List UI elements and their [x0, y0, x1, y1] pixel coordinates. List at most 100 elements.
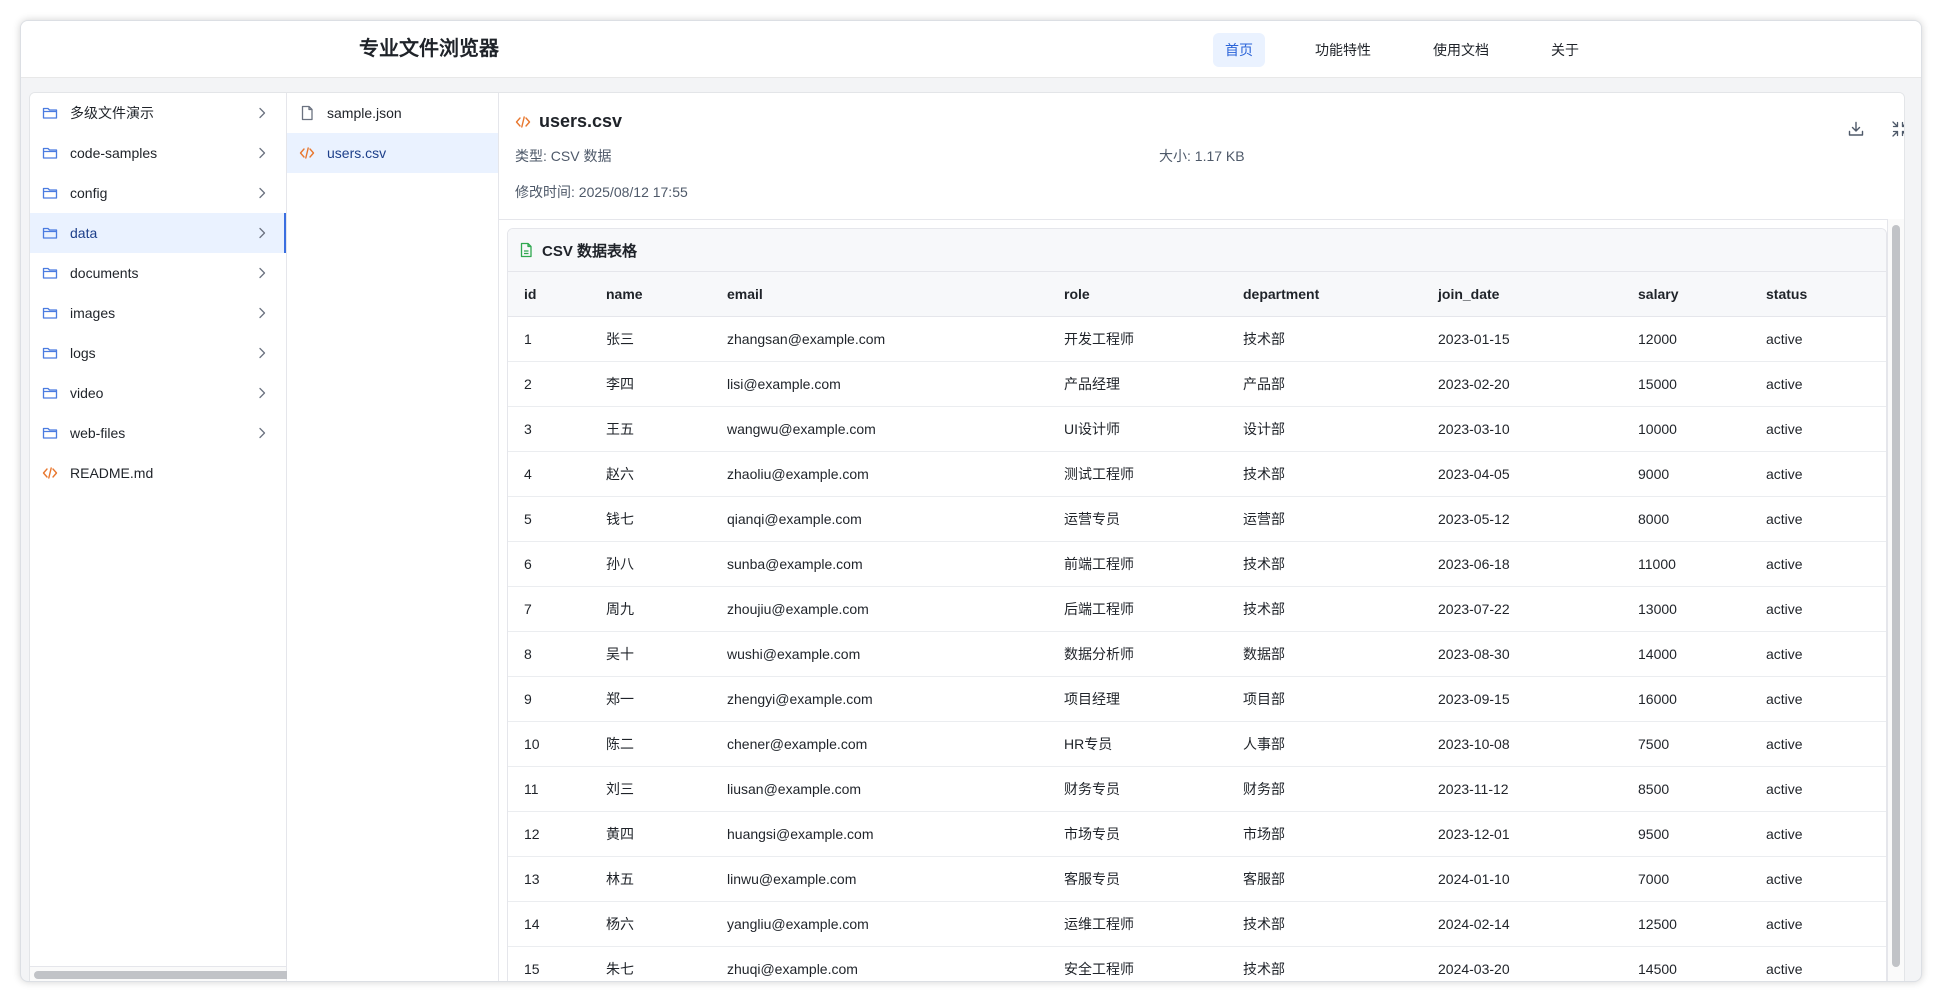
table-cell-email: zhoujiu@example.com	[711, 586, 1048, 632]
table-cell-role: HR专员	[1048, 721, 1227, 767]
chevron-right-icon[interactable]	[254, 225, 270, 241]
table-cell-email: huangsi@example.com	[711, 811, 1048, 857]
table-row: 7 周九 zhoujiu@example.com 后端工程师 技术部 2023-07-22…	[508, 586, 1886, 632]
table-cell-join-date: 2023-12-01	[1422, 811, 1622, 857]
vertical-scrollbar-thumb[interactable]	[1892, 225, 1900, 967]
table-cell-email: wushi@example.com	[711, 631, 1048, 677]
table-cell-status: active	[1750, 766, 1886, 812]
top-nav: 首页 功能特性 使用文档 关于	[1213, 33, 1629, 67]
table-cell-department: 客服部	[1227, 856, 1422, 902]
tree-item-images[interactable]: images	[30, 293, 286, 333]
file-modified-meta: 修改时间: 2025/08/12 17:55	[515, 182, 688, 202]
tree-item-readme-md[interactable]: README.md	[30, 453, 286, 493]
chevron-right-icon[interactable]	[254, 105, 270, 121]
chevron-right-icon[interactable]	[254, 345, 270, 361]
table-body: 1 张三 zhangsan@example.com 开发工程师 技术部 2023-01-1…	[508, 316, 1886, 981]
table-cell-email: chener@example.com	[711, 721, 1048, 767]
nav-item-1[interactable]: 首页	[1213, 33, 1265, 67]
nav-item-4[interactable]: 关于	[1539, 33, 1591, 67]
tree-item-label: 多级文件演示	[70, 105, 154, 121]
csv-file-icon	[518, 242, 534, 258]
file-item-sample-json[interactable]: sample.json	[287, 93, 498, 133]
table-cell-join-date: 2023-03-10	[1422, 406, 1622, 452]
file-modified-value: 2025/08/12 17:55	[578, 184, 688, 200]
table-cell-join-date: 2023-06-18	[1422, 541, 1622, 587]
table-cell-role: 客服专员	[1048, 856, 1227, 902]
chevron-right-icon[interactable]	[254, 145, 270, 161]
table-cell-join-date: 2023-09-15	[1422, 676, 1622, 722]
download-button[interactable]	[1846, 119, 1866, 139]
table-cell-name: 吴十	[590, 631, 711, 677]
file-item-users-csv[interactable]: users.csv	[287, 133, 498, 173]
folder-icon	[42, 385, 58, 401]
csv-data-table: id name email role department join_date salary…	[508, 272, 1886, 981]
file-type-meta: 类型: CSV 数据	[515, 146, 611, 166]
table-row: 2 李四 lisi@example.com 产品经理 产品部 2023-02-20 1500…	[508, 361, 1886, 407]
table-cell-email: zhaoliu@example.com	[711, 451, 1048, 497]
column-header-salary: salary	[1622, 272, 1750, 317]
table-cell-department: 技术部	[1227, 586, 1422, 632]
table-cell-status: active	[1750, 676, 1886, 722]
nav-item-3[interactable]: 使用文档	[1421, 33, 1501, 67]
table-cell-status: active	[1750, 406, 1886, 452]
table-cell-join-date: 2023-07-22	[1422, 586, 1622, 632]
table-cell-name: 周九	[590, 586, 711, 632]
horizontal-scrollbar[interactable]	[30, 966, 454, 981]
tree-item-logs[interactable]: logs	[30, 333, 286, 373]
chevron-right-icon[interactable]	[254, 185, 270, 201]
table-cell-role: 前端工程师	[1048, 541, 1227, 587]
table-cell-role: 财务专员	[1048, 766, 1227, 812]
table-row: 4 赵六 zhaoliu@example.com 测试工程师 技术部 2023-04-05…	[508, 451, 1886, 497]
column-header-department: department	[1227, 272, 1422, 317]
nav-item-2[interactable]: 功能特性	[1303, 33, 1383, 67]
table-cell-name: 林五	[590, 856, 711, 902]
table-cell-name: 王五	[590, 406, 711, 452]
table-cell-status: active	[1750, 451, 1886, 497]
table-cell-salary: 14500	[1622, 946, 1750, 981]
table-row: 14 杨六 yangliu@example.com 运维工程师 技术部 2024-02-1…	[508, 901, 1886, 947]
table-cell-department: 技术部	[1227, 451, 1422, 497]
table-cell-department: 设计部	[1227, 406, 1422, 452]
table-cell-email: wangwu@example.com	[711, 406, 1048, 452]
tree-item-data[interactable]: data	[30, 213, 286, 253]
chevron-right-icon[interactable]	[254, 265, 270, 281]
table-cell-id: 1	[508, 316, 590, 362]
table-cell-id: 6	[508, 541, 590, 587]
table-cell-join-date: 2023-04-05	[1422, 451, 1622, 497]
folder-icon	[42, 145, 58, 161]
table-cell-name: 郑一	[590, 676, 711, 722]
table-cell-join-date: 2023-10-08	[1422, 721, 1622, 767]
file-type-label: 类型:	[515, 148, 547, 164]
table-row: 9 郑一 zhengyi@example.com 项目经理 项目部 2023-09-15 1…	[508, 676, 1886, 722]
collapse-button[interactable]	[1890, 119, 1904, 139]
table-cell-department: 技术部	[1227, 901, 1422, 947]
app-title: 专业文件浏览器	[359, 38, 499, 60]
table-cell-name: 钱七	[590, 496, 711, 542]
tree-item-item-1[interactable]: 多级文件演示	[30, 93, 286, 133]
table-cell-join-date: 2023-08-30	[1422, 631, 1622, 677]
csv-table-title-text: CSV 数据表格	[542, 242, 638, 260]
chevron-right-icon[interactable]	[254, 385, 270, 401]
chevron-right-icon[interactable]	[254, 425, 270, 441]
folder-icon	[42, 345, 58, 361]
top-header: 专业文件浏览器 首页 功能特性 使用文档 关于	[21, 21, 1921, 78]
tree-item-video[interactable]: video	[30, 373, 286, 413]
table-cell-id: 2	[508, 361, 590, 407]
table-cell-id: 14	[508, 901, 590, 947]
file-modified-label: 修改时间:	[515, 184, 575, 200]
table-cell-role: 数据分析师	[1048, 631, 1227, 677]
file-item-label: sample.json	[327, 105, 402, 121]
tree-item-documents[interactable]: documents	[30, 253, 286, 293]
file-detail-panel: users.csv 类型: CSV 数据 大小: 1.17 KB 修改时间: 2…	[499, 93, 1904, 981]
download-icon	[1848, 121, 1864, 136]
tree-item-config[interactable]: config	[30, 173, 286, 213]
vertical-scrollbar[interactable]	[1887, 219, 1904, 981]
folder-icon	[42, 425, 58, 441]
table-cell-id: 3	[508, 406, 590, 452]
csv-table-title: CSV 数据表格	[508, 229, 1886, 272]
file-icon	[299, 105, 315, 121]
chevron-right-icon[interactable]	[254, 305, 270, 321]
tree-item-code-samples[interactable]: code-samples	[30, 133, 286, 173]
table-cell-department: 人事部	[1227, 721, 1422, 767]
tree-item-web-files[interactable]: web-files	[30, 413, 286, 453]
